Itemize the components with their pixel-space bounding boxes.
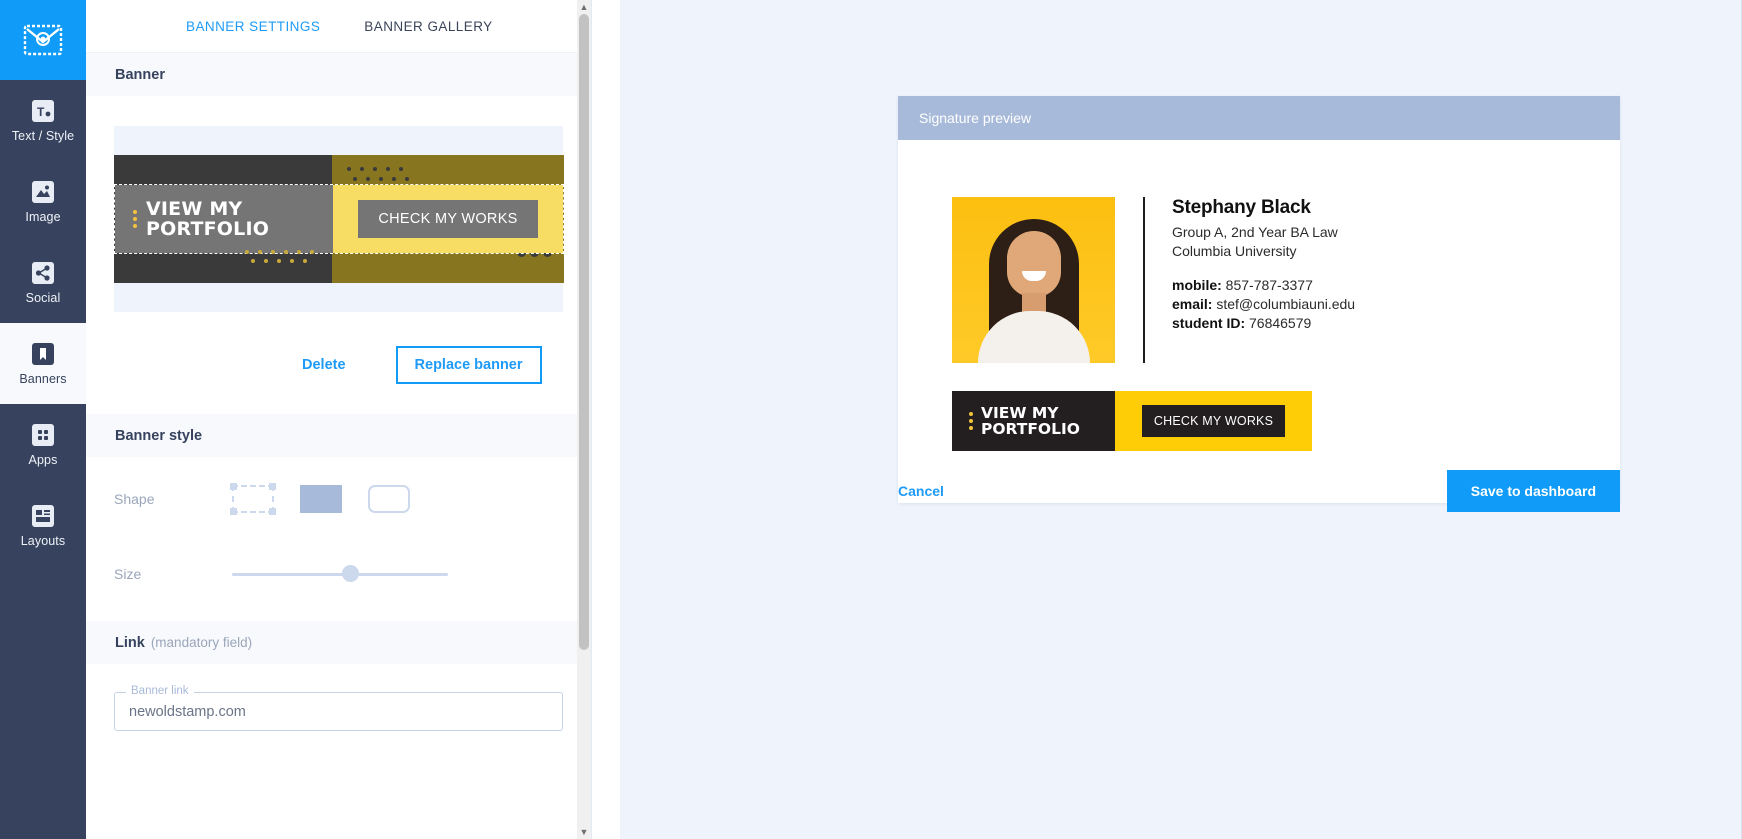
section-title: Banner style: [115, 427, 203, 444]
apps-grid-icon: [30, 422, 56, 448]
svg-text:T: T: [37, 105, 45, 119]
sidebar-rail: T Text / Style Image Social Banners Apps…: [0, 0, 86, 839]
banner-actions: Delete Replace banner: [86, 312, 591, 414]
section-header-link: Link (mandatory field): [86, 621, 591, 664]
signature-banner-text: VIEW MY PORTFOLIO: [981, 404, 1080, 438]
signature-email: email: stef@columbiauni.edu: [1172, 295, 1355, 314]
shape-label: Shape: [114, 491, 155, 507]
signature-name: Stephany Black: [1172, 197, 1311, 218]
layouts-icon: [30, 503, 56, 529]
image-icon: [30, 179, 56, 205]
signature-preview-card: Signature preview Stephany Black Group A…: [898, 96, 1620, 503]
vertical-dots-icon: [133, 210, 137, 228]
banner-settings-panel: BANNER SETTINGS BANNER GALLERY Banner VI…: [86, 0, 592, 839]
banner-link-field[interactable]: Banner link: [114, 685, 563, 731]
sidebar-item-label: Image: [25, 210, 61, 224]
envelope-at-logo-icon: [23, 24, 63, 56]
slider-track: [232, 572, 448, 576]
preview-actions: Cancel Save to dashboard: [898, 470, 1620, 512]
shape-row: Shape: [86, 457, 591, 541]
signature-mobile-value: 857-787-3377: [1225, 277, 1313, 293]
banner-portfolio-text: VIEW MY PORTFOLIO: [146, 198, 270, 240]
signature-banner[interactable]: VIEW MY PORTFOLIO CHECK MY WORKS: [952, 391, 1312, 451]
tab-banner-gallery[interactable]: BANNER GALLERY: [364, 19, 492, 34]
signature-preview-title: Signature preview: [919, 110, 1032, 126]
signature-student-value: 76846579: [1249, 315, 1312, 331]
size-row: Size: [86, 541, 591, 607]
signature-preview-header: Signature preview: [898, 96, 1620, 140]
dot-pattern-icon: [245, 250, 314, 263]
save-to-dashboard-button[interactable]: Save to dashboard: [1446, 470, 1620, 512]
bookmark-icon: [30, 341, 56, 367]
panel-scrollbar[interactable]: ▲ ▼: [577, 0, 591, 839]
shape-option-dashed[interactable]: [230, 483, 276, 515]
banner-cta-block: CHECK MY WORKS: [333, 185, 563, 253]
sidebar-item-text-style[interactable]: T Text / Style: [0, 80, 86, 161]
sidebar-item-label: Layouts: [20, 534, 66, 548]
avatar: [952, 197, 1115, 363]
section-title: Link: [115, 634, 145, 651]
signature-body: Stephany Black Group A, 2nd Year BA Law …: [898, 140, 1620, 503]
replace-banner-button[interactable]: Replace banner: [395, 346, 542, 384]
share-icon: [30, 260, 56, 286]
signature-banner-right: CHECK MY WORKS: [1115, 391, 1312, 451]
section-title: Banner: [115, 66, 165, 83]
banner-editor: VIEW MY PORTFOLIO CHECK MY WORKS Delete …: [86, 96, 591, 414]
sidebar-item-label: Text / Style: [11, 129, 75, 143]
signature-student-id: student ID: 76846579: [1172, 314, 1355, 333]
signature-top: Stephany Black Group A, 2nd Year BA Law …: [952, 197, 1620, 363]
section-header-banner-style: Banner style: [86, 414, 591, 457]
section-header-banner: Banner: [86, 53, 591, 96]
banner-canvas[interactable]: VIEW MY PORTFOLIO CHECK MY WORKS: [114, 126, 564, 312]
delete-button[interactable]: Delete: [302, 357, 346, 373]
panel-tabs: BANNER SETTINGS BANNER GALLERY: [86, 0, 591, 53]
vertical-dots-icon: [969, 412, 973, 430]
shape-options: [230, 483, 410, 515]
signature-mobile-key: mobile:: [1172, 277, 1222, 293]
signature-banner-left: VIEW MY PORTFOLIO: [952, 391, 1115, 451]
sidebar-item-label: Social: [25, 291, 61, 305]
size-slider[interactable]: [232, 565, 448, 583]
shape-option-rounded[interactable]: [368, 485, 410, 513]
link-field-wrap: Banner link: [86, 664, 591, 731]
shape-option-solid[interactable]: [300, 485, 342, 513]
tab-banner-settings[interactable]: BANNER SETTINGS: [186, 19, 320, 34]
scroll-up-arrow-icon[interactable]: ▲: [577, 0, 591, 14]
signature-student-key: student ID:: [1172, 315, 1246, 331]
signature-banner-cta[interactable]: CHECK MY WORKS: [1141, 405, 1286, 437]
scroll-down-arrow-icon[interactable]: ▼: [577, 825, 591, 839]
signature-email-value: stef@columbiauni.edu: [1216, 296, 1356, 312]
signature-email-key: email:: [1172, 296, 1213, 312]
banner-link-input[interactable]: [129, 703, 548, 720]
preview-area: Signature preview Stephany Black Group A…: [620, 0, 1742, 839]
sidebar-item-layouts[interactable]: Layouts: [0, 485, 86, 566]
sidebar-item-image[interactable]: Image: [0, 161, 86, 242]
sidebar-item-banners[interactable]: Banners: [0, 323, 86, 404]
sidebar-item-apps[interactable]: Apps: [0, 404, 86, 485]
app-logo[interactable]: [0, 0, 86, 80]
banner-selection-band[interactable]: VIEW MY PORTFOLIO CHECK MY WORKS: [114, 184, 564, 254]
cancel-button[interactable]: Cancel: [898, 483, 944, 499]
banner-link-label: Banner link: [126, 685, 194, 697]
size-label: Size: [114, 566, 142, 582]
signature-mobile: mobile: 857-787-3377: [1172, 276, 1355, 295]
scrollbar-thumb[interactable]: [579, 14, 589, 650]
sidebar-item-label: Apps: [28, 453, 58, 467]
banner-portfolio-block: VIEW MY PORTFOLIO: [115, 185, 333, 253]
text-style-icon: T: [30, 98, 56, 124]
app-root: T Text / Style Image Social Banners Apps…: [0, 0, 1742, 839]
section-title-note: (mandatory field): [150, 635, 253, 650]
signature-role-line2: Columbia University: [1172, 243, 1297, 259]
sidebar-item-label: Banners: [19, 372, 67, 386]
banner-cta-button[interactable]: CHECK MY WORKS: [358, 200, 538, 238]
sidebar-item-social[interactable]: Social: [0, 242, 86, 323]
signature-details: Stephany Black Group A, 2nd Year BA Law …: [1145, 197, 1355, 363]
signature-role-line1: Group A, 2nd Year BA Law: [1172, 224, 1338, 240]
slider-thumb[interactable]: [342, 565, 359, 582]
